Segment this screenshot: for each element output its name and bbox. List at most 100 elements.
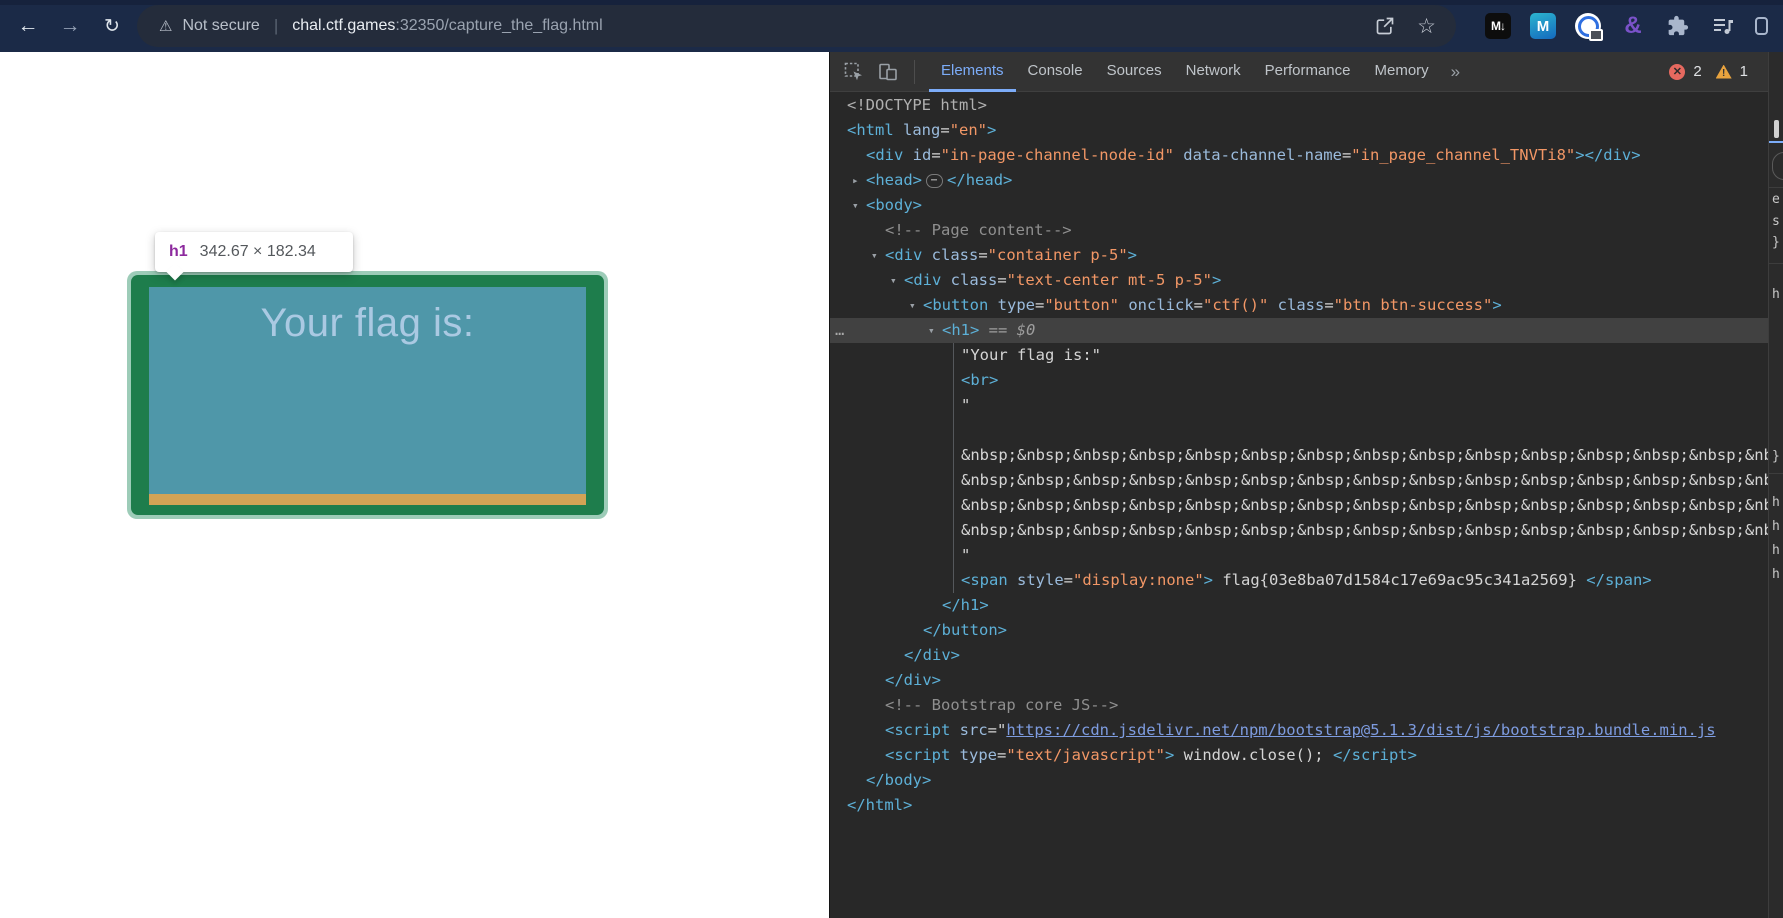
styles-section-divider [1769, 187, 1783, 188]
expand-arrow-icon[interactable]: ▸ [852, 168, 859, 193]
styles-tab-underline [1769, 141, 1783, 143]
security-label[interactable]: Not secure [182, 17, 259, 35]
back-arrow-icon: ← [18, 14, 39, 38]
more-tabs-icon[interactable]: » [1451, 62, 1458, 82]
tooltip-dimensions: 342.67 × 182.34 [200, 243, 316, 261]
tab-performance[interactable]: Performance [1253, 52, 1363, 92]
dom-tree-row[interactable]: ▾<body> [830, 193, 1769, 218]
collapse-arrow-icon[interactable]: ▾ [909, 293, 916, 318]
extensions-puzzle-icon[interactable] [1665, 13, 1691, 39]
inspect-element-icon[interactable] [844, 62, 864, 82]
dom-tree-row[interactable]: &nbsp;&nbsp;&nbsp;&nbsp;&nbsp;&nbsp;&nbs… [830, 443, 1769, 468]
dom-tree-row[interactable]: "Your flag is:" [830, 343, 1769, 368]
back-button[interactable]: ← [11, 9, 45, 43]
elements-dom-tree[interactable]: <!DOCTYPE html><html lang="en"><div id="… [830, 92, 1769, 918]
collapse-arrow-icon[interactable]: ▾ [871, 243, 878, 268]
devtools-tabs: ElementsConsoleSourcesNetworkPerformance… [929, 52, 1441, 92]
dom-tree-row[interactable]: ▾<div class="text-center mt-5 p-5"> [830, 268, 1769, 293]
dom-tree-row[interactable]: <html lang="en"> [830, 118, 1769, 143]
dom-tree-row[interactable]: <div id="in-page-channel-node-id" data-c… [830, 143, 1769, 168]
reload-icon: ↻ [104, 15, 120, 38]
error-icon: ✕ [1669, 64, 1685, 80]
extension-password-manager-icon[interactable] [1575, 13, 1601, 39]
extension-m-icon[interactable]: M [1530, 13, 1556, 39]
dom-tree-row[interactable]: <br> [830, 368, 1769, 393]
node-options-icon[interactable]: … [835, 318, 845, 343]
warning-count: 1 [1740, 63, 1748, 80]
flag-button-label: Your flag is: [260, 301, 474, 494]
dom-tree-row[interactable]: " [830, 543, 1769, 568]
dom-tree-row[interactable]: </html> [830, 793, 1769, 818]
dom-tree-row[interactable]: <!-- Bootstrap core JS--> [830, 693, 1769, 718]
dom-tree-row[interactable]: ▸<head>⋯</head> [830, 168, 1769, 193]
dom-tree-row[interactable]: <script src="https://cdn.jsdelivr.net/np… [830, 718, 1769, 743]
dom-tree-row[interactable] [830, 418, 1769, 443]
tab-sources[interactable]: Sources [1095, 52, 1174, 92]
toolbar-divider [914, 60, 915, 84]
styles-text-fragment: h [1772, 494, 1780, 512]
dom-tree-row[interactable]: </h1> [830, 593, 1769, 618]
reload-button[interactable]: ↻ [95, 9, 129, 43]
flag-button-focus-ring: Your flag is: [127, 271, 608, 519]
forward-button[interactable]: → [53, 9, 87, 43]
dom-tree-row[interactable]: &nbsp;&nbsp;&nbsp;&nbsp;&nbsp;&nbsp;&nbs… [830, 468, 1769, 493]
dom-tree-row[interactable]: …▾<h1> == $0 [830, 318, 1769, 343]
tab-memory[interactable]: Memory [1363, 52, 1441, 92]
styles-sidebar-sliver[interactable]: es}h}hhhh [1768, 52, 1783, 918]
tab-network[interactable]: Network [1174, 52, 1253, 92]
warning-icon: ! [1716, 65, 1732, 79]
styles-text-fragment: h [1772, 542, 1780, 560]
styles-section-divider [1769, 263, 1783, 264]
url-path: :32350/capture_the_flag.html [395, 17, 602, 35]
address-bar[interactable]: ⚠ Not secure | chal.ctf.games :32350/cap… [137, 5, 1456, 47]
inspect-tooltip: h1 342.67 × 182.34 [155, 232, 353, 272]
styles-text-fragment: h [1772, 566, 1780, 584]
styles-text-fragment: s [1772, 213, 1780, 231]
share-icon[interactable] [1375, 16, 1395, 36]
dom-tree-row[interactable]: " [830, 393, 1769, 418]
dom-tree-row[interactable]: &nbsp;&nbsp;&nbsp;&nbsp;&nbsp;&nbsp;&nbs… [830, 493, 1769, 518]
styles-section-divider [1769, 473, 1783, 474]
dom-tree-row[interactable]: ▾<button type="button" onclick="ctf()" c… [830, 293, 1769, 318]
dom-tree-row[interactable]: <script type="text/javascript"> window.c… [830, 743, 1769, 768]
tooltip-tag-name: h1 [169, 243, 188, 261]
dom-tree-row[interactable]: &nbsp;&nbsp;&nbsp;&nbsp;&nbsp;&nbsp;&nbs… [830, 518, 1769, 543]
styles-text-fragment: h [1772, 286, 1780, 304]
page-viewport: Your flag is: h1 342.67 × 182.34 [0, 52, 829, 918]
screenshot-root: { "browser": { "security_label": "Not se… [0, 0, 1783, 918]
dom-tree-row[interactable]: </button> [830, 618, 1769, 643]
tab-elements[interactable]: Elements [929, 52, 1016, 92]
collapse-arrow-icon[interactable]: ▾ [852, 193, 859, 218]
tab-console[interactable]: Console [1016, 52, 1095, 92]
forward-arrow-icon: → [60, 14, 81, 38]
sidebar-scroll-fragment [1774, 120, 1779, 138]
url-separator: | [274, 16, 278, 36]
h1-inspect-highlight: Your flag is: [149, 287, 586, 494]
margin-overlay-strip [149, 494, 586, 505]
dom-tree-row[interactable]: <!-- Page content--> [830, 218, 1769, 243]
device-toolbar-icon[interactable] [878, 62, 898, 82]
not-secure-warning-icon: ⚠ [159, 17, 172, 35]
styles-text-fragment: } [1772, 234, 1780, 252]
dom-tree-row[interactable]: </body> [830, 768, 1769, 793]
flag-button[interactable]: Your flag is: [131, 275, 604, 515]
side-panel-icon[interactable] [1755, 13, 1768, 39]
extension-markdown-icon[interactable]: M↓ [1485, 13, 1511, 39]
bookmark-star-icon[interactable]: ☆ [1417, 14, 1436, 39]
dom-tree-row[interactable]: </div> [830, 643, 1769, 668]
collapse-arrow-icon[interactable]: ▾ [928, 318, 935, 343]
dom-tree-row[interactable]: <!DOCTYPE html> [830, 93, 1769, 118]
dom-tree-row[interactable]: </div> [830, 668, 1769, 693]
media-queue-icon[interactable] [1710, 13, 1736, 39]
dom-tree-row[interactable]: ▾<div class="container p-5"> [830, 243, 1769, 268]
dom-tree-row[interactable]: <span style="display:none"> flag{03e8ba0… [830, 568, 1769, 593]
styles-text-fragment: h [1772, 518, 1780, 536]
browser-toolbar: ← → ↻ ⚠ Not secure | chal.ctf.games :323… [0, 0, 1783, 52]
styles-filter-box-fragment[interactable] [1772, 152, 1783, 180]
lock-icon [1589, 29, 1603, 41]
extension-ampersand-icon[interactable]: & [1620, 13, 1646, 39]
issues-badges[interactable]: ✕ 2 ! 1 [1669, 60, 1773, 84]
url-host: chal.ctf.games [292, 17, 395, 35]
styles-text-fragment: e [1772, 191, 1780, 209]
collapse-arrow-icon[interactable]: ▾ [890, 268, 897, 293]
